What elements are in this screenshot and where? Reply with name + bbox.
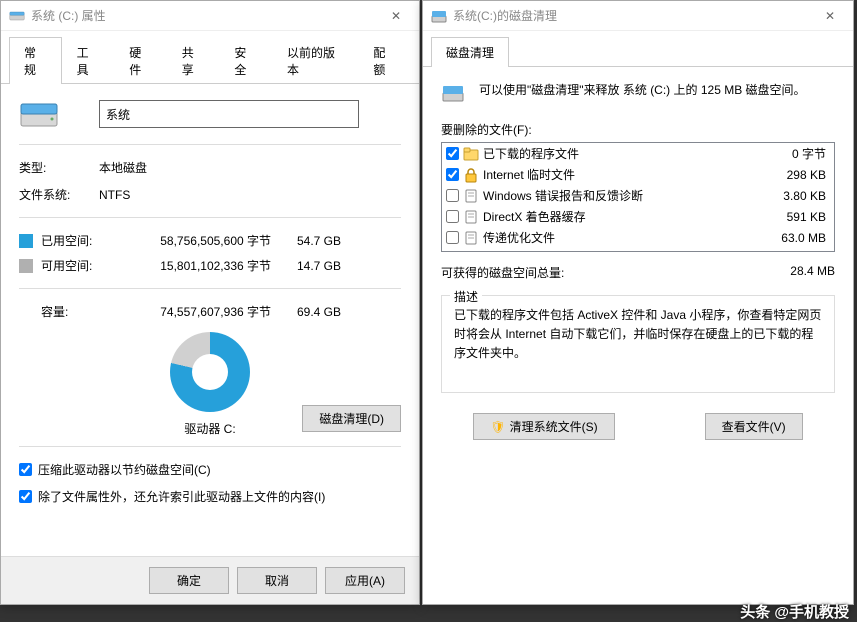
- file-icon: [463, 209, 479, 225]
- window-title: 系统 (C:) 属性: [31, 7, 381, 24]
- watermark: 头条 @手机教授: [740, 601, 849, 622]
- used-swatch: [19, 234, 33, 248]
- tab-tools[interactable]: 工具: [62, 37, 115, 84]
- tab-previous[interactable]: 以前的版本: [272, 37, 358, 84]
- window-title: 系统(C:)的磁盘清理: [453, 7, 815, 24]
- drive-name-input[interactable]: [99, 100, 359, 128]
- index-label: 除了文件属性外，还允许索引此驱动器上文件的内容(I): [38, 488, 325, 505]
- file-name: Internet 临时文件: [483, 166, 760, 183]
- file-checkbox[interactable]: [446, 231, 459, 244]
- shield-icon: 🛡: [490, 420, 505, 434]
- description-legend: 描述: [450, 288, 482, 305]
- free-bytes: 15,801,102,336 字节: [121, 257, 271, 274]
- capacity-gb: 69.4 GB: [271, 305, 341, 319]
- type-label: 类型:: [19, 159, 99, 176]
- disk-cleanup-button[interactable]: 磁盘清理(D): [302, 405, 401, 432]
- titlebar: 系统(C:)的磁盘清理 ✕: [423, 1, 853, 31]
- tab-quota[interactable]: 配额: [358, 37, 411, 84]
- disk-cleanup-dialog: 系统(C:)的磁盘清理 ✕ 磁盘清理 可以使用"磁盘清理"来释放 系统 (C:)…: [422, 0, 854, 605]
- cancel-button[interactable]: 取消: [237, 567, 317, 594]
- folder-icon: [463, 146, 479, 162]
- drive-icon: [9, 8, 25, 24]
- lock-icon: [463, 167, 479, 183]
- free-gb: 14.7 GB: [271, 259, 341, 273]
- tab-strip: 常规 工具 硬件 共享 安全 以前的版本 配额: [1, 31, 419, 84]
- titlebar: 系统 (C:) 属性 ✕: [1, 1, 419, 31]
- content-area: 类型: 本地磁盘 文件系统: NTFS 已用空间: 58,756,505,600…: [1, 84, 419, 529]
- tab-general[interactable]: 常规: [9, 37, 62, 84]
- file-list[interactable]: 已下载的程序文件0 字节Internet 临时文件298 KBWindows 错…: [441, 142, 835, 252]
- compress-checkbox[interactable]: [19, 463, 32, 476]
- capacity-label: 容量:: [41, 303, 121, 320]
- drive-large-icon: [19, 98, 59, 130]
- file-size: 3.80 KB: [760, 189, 830, 203]
- properties-dialog: 系统 (C:) 属性 ✕ 常规 工具 硬件 共享 安全 以前的版本 配额 类型:…: [0, 0, 420, 605]
- description-fieldset: 描述 已下载的程序文件包括 ActiveX 控件和 Java 小程序，你查看特定…: [441, 295, 835, 393]
- capacity-bytes: 74,557,607,936 字节: [121, 303, 271, 320]
- file-name: 传递优化文件: [483, 229, 760, 246]
- tab-hardware[interactable]: 硬件: [114, 37, 167, 84]
- close-icon[interactable]: ✕: [815, 6, 845, 26]
- files-to-delete-label: 要删除的文件(F):: [441, 121, 835, 138]
- tab-sharing[interactable]: 共享: [167, 37, 220, 84]
- file-size: 63.0 MB: [760, 231, 830, 245]
- info-text: 可以使用"磁盘清理"来释放 系统 (C:) 上的 125 MB 磁盘空间。: [479, 81, 806, 98]
- file-size: 0 字节: [760, 145, 830, 162]
- file-checkbox[interactable]: [446, 210, 459, 223]
- file-item[interactable]: 已下载的程序文件0 字节: [442, 143, 834, 164]
- dialog-footer: 确定 取消 应用(A): [1, 556, 419, 604]
- file-size: 591 KB: [760, 210, 830, 224]
- filesystem-value: NTFS: [99, 188, 130, 202]
- file-item[interactable]: Windows 错误报告和反馈诊断3.80 KB: [442, 185, 834, 206]
- ok-button[interactable]: 确定: [149, 567, 229, 594]
- file-item[interactable]: 传递优化文件63.0 MB: [442, 227, 834, 248]
- type-value: 本地磁盘: [99, 159, 147, 176]
- total-value: 28.4 MB: [790, 264, 835, 281]
- tab-strip: 磁盘清理: [423, 31, 853, 67]
- file-item[interactable]: DirectX 着色器缓存591 KB: [442, 206, 834, 227]
- close-icon[interactable]: ✕: [381, 6, 411, 26]
- clean-system-files-button[interactable]: 🛡清理系统文件(S): [473, 413, 614, 440]
- total-label: 可获得的磁盘空间总量:: [441, 264, 564, 281]
- file-checkbox[interactable]: [446, 189, 459, 202]
- file-icon: [463, 188, 479, 204]
- content-area: 可以使用"磁盘清理"来释放 系统 (C:) 上的 125 MB 磁盘空间。 要删…: [423, 67, 853, 454]
- free-label: 可用空间:: [41, 257, 121, 274]
- file-name: DirectX 着色器缓存: [483, 208, 760, 225]
- usage-donut: [170, 332, 250, 412]
- index-checkbox[interactable]: [19, 490, 32, 503]
- file-icon: [463, 230, 479, 246]
- used-bytes: 58,756,505,600 字节: [121, 232, 271, 249]
- index-checkbox-row[interactable]: 除了文件属性外，还允许索引此驱动器上文件的内容(I): [19, 488, 401, 505]
- compress-checkbox-row[interactable]: 压缩此驱动器以节约磁盘空间(C): [19, 461, 401, 478]
- filesystem-label: 文件系统:: [19, 186, 99, 203]
- file-name: 已下载的程序文件: [483, 145, 760, 162]
- file-checkbox[interactable]: [446, 147, 459, 160]
- cleanup-icon: [431, 8, 447, 24]
- used-gb: 54.7 GB: [271, 234, 341, 248]
- apply-button[interactable]: 应用(A): [325, 567, 405, 594]
- compress-label: 压缩此驱动器以节约磁盘空间(C): [38, 461, 211, 478]
- free-swatch: [19, 259, 33, 273]
- file-name: Windows 错误报告和反馈诊断: [483, 187, 760, 204]
- view-files-button[interactable]: 查看文件(V): [705, 413, 803, 440]
- file-size: 298 KB: [760, 168, 830, 182]
- cleanup-info-icon: [441, 81, 465, 105]
- file-item[interactable]: Internet 临时文件298 KB: [442, 164, 834, 185]
- used-label: 已用空间:: [41, 232, 121, 249]
- file-checkbox[interactable]: [446, 168, 459, 181]
- tab-disk-cleanup[interactable]: 磁盘清理: [431, 37, 509, 67]
- description-text: 已下载的程序文件包括 ActiveX 控件和 Java 小程序，你查看特定网页时…: [454, 306, 822, 378]
- tab-security[interactable]: 安全: [219, 37, 272, 84]
